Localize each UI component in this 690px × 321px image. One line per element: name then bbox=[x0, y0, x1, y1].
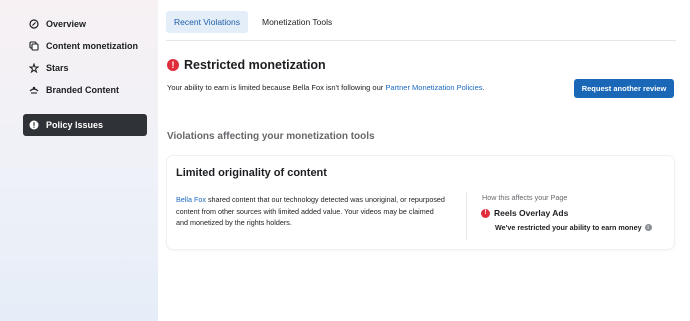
branded-content-icon bbox=[29, 85, 39, 95]
error-icon: ! bbox=[481, 208, 490, 218]
restricted-description: Your ability to earn is limited because … bbox=[167, 83, 485, 92]
violation-card: Limited originality of content Bella Fox… bbox=[167, 156, 674, 249]
effect-desc-text: We've restricted your ability to earn mo… bbox=[495, 223, 642, 232]
violation-title: Limited originality of content bbox=[176, 167, 327, 179]
restricted-header: ! Restricted monetization bbox=[167, 58, 326, 72]
sidebar-item-policy-issues[interactable]: Policy Issues bbox=[23, 114, 147, 136]
overview-icon bbox=[29, 19, 39, 29]
effect-label: How this affects your Page bbox=[482, 193, 568, 202]
effect-item: ! Reels Overlay Ads bbox=[481, 208, 568, 218]
sidebar-item-stars[interactable]: Stars bbox=[23, 57, 147, 79]
sidebar-item-label: Policy Issues bbox=[46, 120, 104, 130]
info-icon[interactable]: i bbox=[644, 224, 652, 231]
main-panel: Recent Violations Monetization Tools ! R… bbox=[158, 0, 690, 321]
sidebar-item-branded-content[interactable]: Branded Content bbox=[23, 79, 147, 101]
violation-body-text: shared content that our technology detec… bbox=[176, 195, 445, 227]
restricted-title: Restricted monetization bbox=[184, 58, 326, 72]
sidebar-item-label: Content monetization bbox=[46, 41, 138, 51]
request-review-button[interactable]: Request another review bbox=[574, 79, 674, 98]
tabs-divider bbox=[166, 40, 676, 41]
violation-body: Bella Fox shared content that our techno… bbox=[176, 194, 446, 229]
tab-monetization-tools[interactable]: Monetization Tools bbox=[254, 11, 340, 33]
card-divider bbox=[466, 192, 467, 240]
effect-item-label: Reels Overlay Ads bbox=[494, 208, 569, 218]
stars-icon bbox=[29, 63, 39, 73]
restricted-desc-text: Your ability to earn is limited because … bbox=[167, 83, 386, 92]
sidebar-item-label: Overview bbox=[46, 19, 87, 29]
sidebar-item-overview[interactable]: Overview bbox=[23, 13, 147, 35]
page-name-link[interactable]: Bella Fox bbox=[176, 195, 206, 204]
sidebar-item-content-monetization[interactable]: Content monetization bbox=[23, 35, 147, 57]
effect-description: We've restricted your ability to earn mo… bbox=[495, 223, 652, 232]
restricted-desc-suffix: . bbox=[482, 83, 485, 92]
error-icon: ! bbox=[167, 59, 179, 71]
policy-issues-icon bbox=[29, 120, 39, 130]
content-monetization-icon bbox=[29, 41, 39, 51]
sidebar: Overview Content monetization Stars Bran… bbox=[0, 0, 158, 321]
tab-recent-violations[interactable]: Recent Violations bbox=[166, 11, 248, 33]
partner-policies-link[interactable]: Partner Monetization Policies bbox=[385, 83, 482, 92]
sidebar-item-label: Stars bbox=[46, 63, 69, 73]
sidebar-item-label: Branded Content bbox=[46, 85, 119, 95]
tab-bar: Recent Violations Monetization Tools bbox=[166, 11, 340, 33]
violations-heading: Violations affecting your monetization t… bbox=[167, 131, 375, 142]
